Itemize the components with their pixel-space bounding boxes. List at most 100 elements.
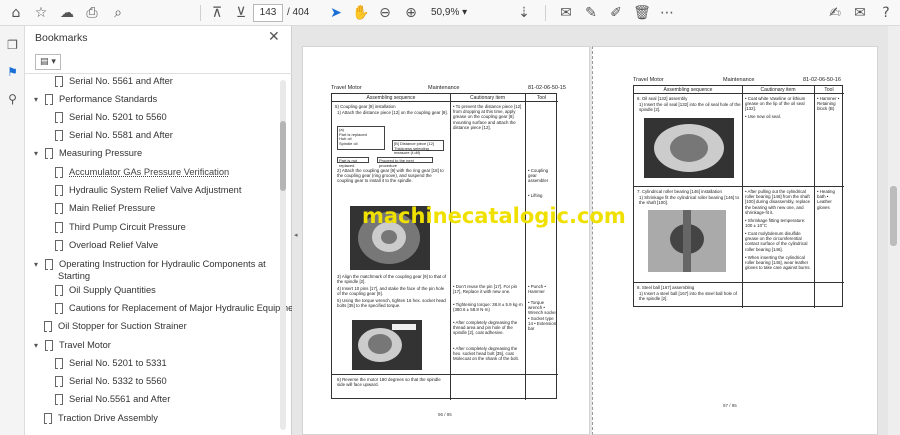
step-title: 8. Steel ball [167] assembling (637, 285, 695, 290)
document-page-right: Travel Motor Maintenance 81-02-06-50-16 … (592, 46, 878, 435)
bookmark-item[interactable]: Third Pump Circuit Pressure (52, 218, 186, 236)
scroll-mode-icon[interactable]: ⇣ (514, 3, 534, 23)
bookmark-item[interactable]: Main Relief Pressure (52, 199, 155, 217)
step-text: 1) Shrinkage fit the cylindrical roller … (639, 195, 740, 206)
previous-page-icon[interactable]: ⊼ (207, 3, 227, 23)
page-footer: 96 / 95 (438, 412, 452, 417)
bookmark-item[interactable]: Cautions for Replacement of Major Hydrau… (52, 299, 301, 317)
chevron-down-icon: ▾ (33, 340, 38, 350)
document-scroll-thumb[interactable] (890, 186, 897, 246)
page-header-title: Maintenance (723, 77, 755, 83)
cloud-upload-icon[interactable]: ☁ (57, 3, 77, 23)
caution-text: • After completely degreasing the thread… (453, 320, 518, 336)
caution-text: • When inserting the cylindrical roller … (745, 255, 811, 271)
bookmark-item[interactable]: Serial No. 5332 to 5560 (52, 372, 167, 390)
caution-text: • Tightening torque: 38.8 ± 5.9 kg·m (38… (453, 302, 523, 313)
sign-icon[interactable]: ✍ (825, 3, 845, 23)
caution-text: • Use new oil seal. (745, 114, 781, 119)
tool-text: • Lifting (528, 193, 543, 198)
collapse-panel-icon[interactable]: ◂ (294, 231, 298, 239)
step-text: 5) Using the torque wrench, tighten 16 h… (337, 298, 446, 309)
caution-text: • After pulling out the cylindrical roll… (745, 189, 811, 215)
document-page-left: Travel Motor Maintenance 81-02-06-50-15 … (302, 46, 590, 435)
bookmarks-scroll-thumb[interactable] (280, 121, 286, 191)
bookmark-item[interactable]: Hydraulic System Relief Valve Adjustment (52, 181, 241, 199)
chevron-down-icon: ▾ (33, 148, 38, 158)
procedure-table: Assembling sequence Cautionary item Tool… (331, 93, 558, 400)
more-tools-icon[interactable]: ⋯ (657, 3, 677, 23)
tool-text: • Punch • Hammer (528, 284, 546, 295)
bookmark-item-active[interactable]: Accumulator GAs Pressure Verification (52, 163, 229, 181)
bookmark-options-button[interactable]: ▤ ▾ (35, 54, 61, 70)
flow-diagram-box: (a) Part is replaced Hub oil Spindle oil (337, 126, 385, 150)
tool-text: • Heating bath • Leather gloves (817, 189, 835, 210)
page-number-input[interactable]: 143 (253, 4, 283, 22)
bookmark-item[interactable]: Oil Supply Quantities (52, 281, 156, 299)
bookmark-item[interactable]: Serial No.5561 and After (52, 390, 170, 408)
page-footer: 97 / 95 (723, 403, 737, 408)
page-header-code: 81-02-06-50-15 (528, 85, 566, 91)
caution-text: • After completely degreasing the hex. s… (453, 346, 519, 362)
search-icon[interactable]: ⌕ (108, 3, 128, 23)
zoom-level[interactable]: 50,9% ▾ (431, 4, 479, 22)
page-thumbnails-icon[interactable]: ❐ (3, 35, 22, 54)
comment-icon[interactable]: ✉ (556, 3, 576, 23)
step-title: 6. Oil seal [132] assembly (637, 96, 688, 101)
bolt-tightening-photo (352, 320, 422, 370)
bookmark-item[interactable]: ▾ Measuring Pressure (30, 144, 142, 162)
hand-tool-icon[interactable]: ✋ (351, 3, 371, 23)
bookmark-item[interactable]: Overload Relief Valve (52, 236, 158, 254)
bookmark-item[interactable]: Serial No. 5201 to 5560 (52, 108, 167, 126)
bookmark-star-icon[interactable]: ☆ (31, 3, 51, 23)
attachments-icon[interactable]: ⚲ (3, 89, 22, 108)
page-header-section: Travel Motor (633, 77, 664, 83)
step-text: 4) Insert 10 pins [17], and stake the fa… (337, 286, 445, 297)
step-text: 2) Attach the coupling gear [9] with the… (337, 168, 444, 184)
email-icon[interactable]: ✉ (850, 3, 870, 23)
chevron-down-icon: ▾ (33, 94, 38, 104)
flow-diagram-box: Part is not replaced (337, 157, 369, 167)
step-text: 1) Insert a steel ball [167] into the st… (639, 291, 737, 302)
bookmark-item[interactable]: ▾ Travel Motor (30, 336, 111, 354)
draw-icon[interactable]: ✐ (606, 3, 626, 23)
caution-text: • To prevent the distance piece [12] fro… (453, 104, 522, 130)
oil-seal-photo (644, 118, 734, 178)
delete-icon[interactable]: 🗑 (632, 3, 652, 23)
page-header-title: Maintenance (428, 85, 460, 91)
bookmark-item[interactable]: Traction Drive Assembly (41, 409, 158, 427)
bookmark-item[interactable]: Serial No. 5201 to 5331 (52, 354, 167, 372)
bookmark-item[interactable]: Oil Stopper for Suction Strainer (41, 317, 187, 335)
bookmarks-icon[interactable]: ⚑ (3, 62, 22, 81)
main-toolbar: ⌂ ☆ ☁ ⎙ ⌕ ⊼ ⊻ 143 / 404 ➤ ✋ ⊖ ⊕ 50,9% ▾ … (0, 0, 900, 26)
select-cursor-icon[interactable]: ➤ (326, 3, 346, 23)
bookmark-item[interactable]: ▾ Performance Standards (30, 90, 157, 108)
caution-text: • Coat white Vaseline or lithium grease … (745, 96, 806, 112)
home-icon[interactable]: ⌂ (6, 3, 26, 23)
column-header: Cautionary item (469, 95, 505, 101)
highlight-pen-icon[interactable]: ✎ (581, 3, 601, 23)
flow-diagram-box: [B] Distance piece [12] Thickness select… (392, 140, 444, 155)
bookmark-item[interactable]: Serial No. 5581 and After (52, 126, 173, 144)
step-title: 5) Coupling gear [9] installation (335, 104, 396, 109)
zoom-out-icon[interactable]: ⊖ (375, 3, 395, 23)
document-viewer[interactable]: ◂ Travel Motor Maintenance 81-02-06-50-1… (292, 26, 900, 435)
zoom-in-icon[interactable]: ⊕ (401, 3, 421, 23)
column-header: Tool (536, 95, 547, 101)
print-icon[interactable]: ⎙ (82, 3, 102, 23)
watermark-text: machinecatalogic.com (362, 204, 626, 228)
step-text: 1) Attach the distance piece [12] on the… (337, 110, 448, 115)
roller-bearing-photo (648, 210, 726, 272)
next-page-icon[interactable]: ⊻ (231, 3, 251, 23)
page-header-code: 81-02-06-50-16 (803, 77, 841, 83)
panel-title: Bookmarks (35, 32, 88, 44)
page-header-section: Travel Motor (331, 85, 362, 91)
close-panel-icon[interactable]: ✕ (268, 29, 280, 45)
bookmark-item[interactable]: Serial No. 5561 and After (52, 72, 173, 90)
step-text: 1) Insert the oil seal [132] into the oi… (639, 102, 741, 113)
tool-text: • Hammer • Retaining block (B) (817, 96, 840, 112)
bookmarks-panel: Bookmarks ✕ ▤ ▾ Serial No. 5561 and Afte… (25, 26, 301, 435)
step-title: 7. Cylindrical roller bearing [146] inst… (637, 189, 722, 194)
tool-text: • Coupling gear assembler (528, 168, 549, 184)
caution-text: • Coat molybdenum disulfide grease on th… (745, 231, 808, 252)
help-icon[interactable]: ? (876, 3, 896, 23)
